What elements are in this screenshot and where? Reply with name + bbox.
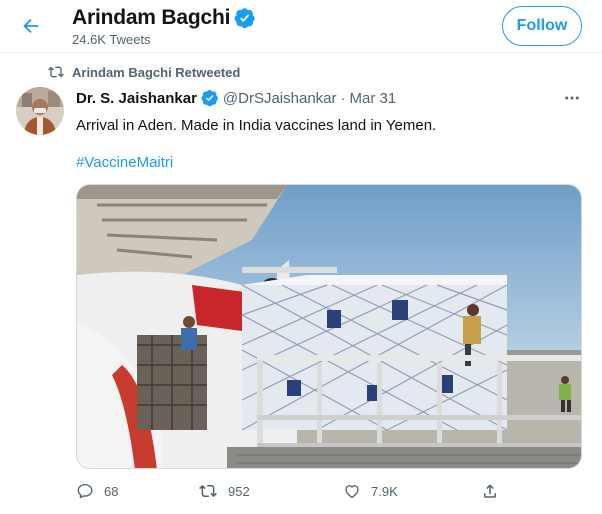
- verified-badge-icon: [234, 8, 255, 29]
- tweet-header: Dr. S. Jaishankar @DrSJaishankar · Mar 3…: [76, 89, 396, 107]
- author-handle[interactable]: @DrSJaishankar: [223, 90, 337, 107]
- like-icon: [345, 485, 359, 499]
- hashtag-link[interactable]: #VaccineMaitri: [76, 154, 173, 171]
- like-count: 7.9K: [371, 483, 398, 499]
- profile-name: Arindam Bagchi: [72, 6, 231, 29]
- tweet-text: Arrival in Aden. Made in India vaccines …: [76, 117, 437, 134]
- author-name[interactable]: Dr. S. Jaishankar: [76, 90, 197, 107]
- profile-title-block: Arindam Bagchi 24.6K Tweets: [72, 6, 256, 47]
- retweet-count: 952: [228, 483, 250, 499]
- tweet-date[interactable]: Mar 31: [350, 90, 397, 107]
- separator-dot: ·: [340, 89, 346, 107]
- retweet-icon: [199, 484, 217, 498]
- tweet-count: 24.6K Tweets: [72, 32, 151, 47]
- share-button[interactable]: [481, 482, 499, 500]
- tweet-image[interactable]: [76, 184, 582, 469]
- reply-button[interactable]: 68: [76, 482, 118, 500]
- retweet-context: Arindam Bagchi Retweeted: [48, 64, 240, 80]
- reply-count: 68: [104, 483, 119, 499]
- back-arrow-icon: [23, 18, 39, 34]
- verified-badge-icon: [201, 89, 218, 107]
- like-button[interactable]: 7.9K: [343, 482, 398, 500]
- more-icon: [565, 96, 579, 100]
- avatar[interactable]: [16, 87, 64, 135]
- retweet-button[interactable]: 952: [198, 482, 250, 500]
- profile-header: Arindam Bagchi 24.6K Tweets Follow: [0, 0, 602, 53]
- retweet-icon: [48, 66, 64, 78]
- tweet-actions: 68 952 7.9K: [76, 482, 506, 504]
- follow-button[interactable]: Follow: [502, 6, 582, 46]
- reply-icon: [77, 483, 93, 499]
- back-button[interactable]: [14, 9, 48, 43]
- retweet-label: Arindam Bagchi Retweeted: [72, 64, 241, 80]
- more-options-button[interactable]: [560, 86, 584, 110]
- share-icon: [484, 484, 496, 498]
